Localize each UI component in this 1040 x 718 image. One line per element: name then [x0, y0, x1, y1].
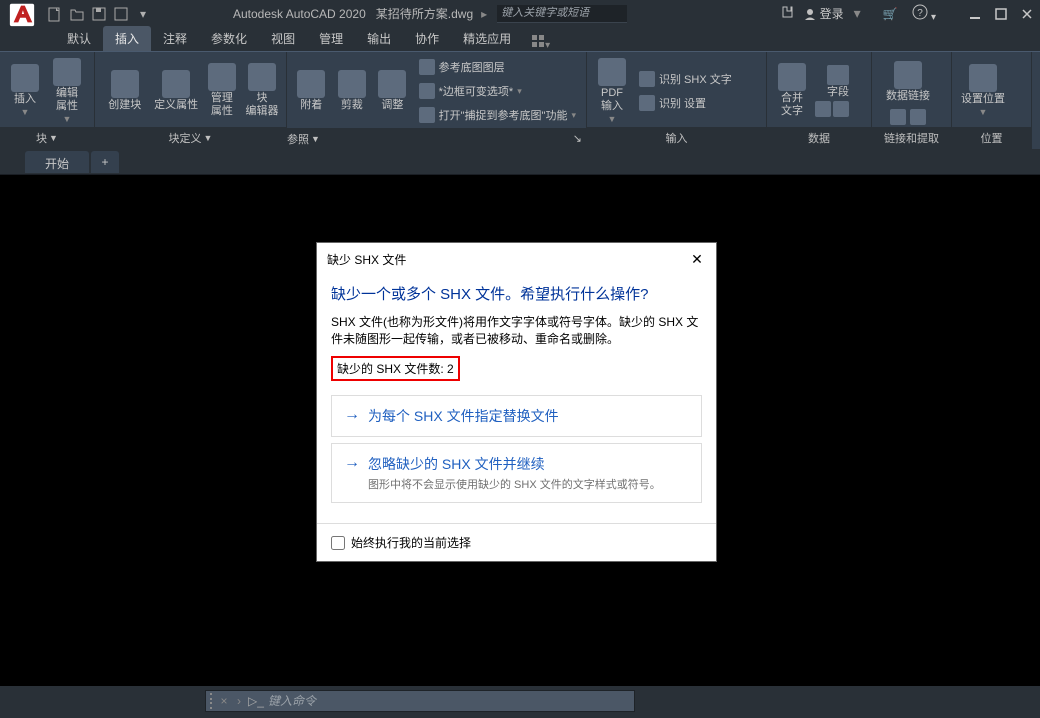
- qat-save-icon[interactable]: [89, 4, 109, 24]
- recognize-shx-button[interactable]: 识别 SHX 文字: [635, 68, 736, 90]
- shx-missing-dialog: 缺少 SHX 文件 ✕ 缺少一个或多个 SHX 文件。希望执行什么操作? SHX…: [316, 242, 717, 562]
- autodesk-icon[interactable]: [780, 5, 794, 22]
- chevron-down-icon[interactable]: ▾: [133, 4, 153, 24]
- status-bar: × › ▷_: [0, 686, 1040, 718]
- panel-reference[interactable]: 参照 ▼ ↘: [287, 128, 586, 149]
- search-input[interactable]: [497, 5, 627, 23]
- underlay-layers-button[interactable]: 参考底图图层: [415, 56, 580, 78]
- update-field-button[interactable]: [815, 101, 831, 117]
- dialog-title: 缺少 SHX 文件: [327, 251, 406, 268]
- cmdline-history-icon[interactable]: ›: [232, 694, 246, 708]
- doc-tabs: 开始 +: [0, 149, 1040, 174]
- signin-button[interactable]: 登录: [804, 5, 843, 22]
- block-editor-button[interactable]: 块 编辑器: [244, 57, 280, 125]
- doctab-start[interactable]: 开始: [25, 151, 89, 173]
- arrow-icon: →: [344, 454, 360, 492]
- snap-underlay-button[interactable]: 打开"捕捉到参考底图"功能 ▾: [415, 104, 580, 126]
- svg-text:?: ?: [917, 8, 923, 19]
- clip-button[interactable]: 剪裁: [334, 57, 371, 125]
- set-location-button[interactable]: 设置位置▼: [958, 57, 1008, 125]
- adjust-button[interactable]: 调整: [374, 57, 411, 125]
- maximize-button[interactable]: [992, 5, 1010, 23]
- edit-attributes-button[interactable]: 编辑 属性▼: [48, 57, 86, 125]
- close-button[interactable]: [1018, 5, 1036, 23]
- command-line[interactable]: × › ▷_: [205, 690, 635, 712]
- manage-attr-button[interactable]: 管理 属性: [204, 57, 240, 125]
- extract-icon[interactable]: [890, 109, 906, 125]
- ole-button[interactable]: [833, 101, 849, 117]
- tab-featured[interactable]: 精选应用: [451, 26, 523, 51]
- attach-button[interactable]: 附着: [293, 57, 330, 125]
- panel-location[interactable]: 位置: [952, 127, 1031, 149]
- login-dropdown[interactable]: ▾: [854, 5, 861, 22]
- insert-block-button[interactable]: 插入▼: [6, 57, 44, 125]
- panel-linkextract[interactable]: 链接和提取: [872, 127, 951, 149]
- tab-parametric[interactable]: 参数化: [199, 26, 259, 51]
- always-label: 始终执行我的当前选择: [351, 534, 471, 551]
- cmdline-prompt-icon: ▷_: [246, 694, 266, 708]
- drag-handle-icon[interactable]: [206, 691, 216, 711]
- tab-launcher-icon[interactable]: ▾: [531, 34, 550, 51]
- arrow-icon: →: [344, 406, 360, 426]
- app-logo[interactable]: [4, 0, 39, 27]
- ribbon-tabs: 默认 插入 注释 参数化 视图 管理 输出 协作 精选应用 ▾: [0, 27, 1040, 51]
- tab-output[interactable]: 输出: [355, 26, 403, 51]
- tab-collaborate[interactable]: 协作: [403, 26, 451, 51]
- document-name: 某招待所方案.dwg: [376, 7, 473, 21]
- dialog-close-button[interactable]: ✕: [688, 250, 706, 268]
- frames-vary-button[interactable]: *边框可变选项* ▾: [415, 80, 580, 102]
- merge-text-button[interactable]: 合并 文字: [773, 57, 811, 125]
- field-button[interactable]: 字段: [815, 65, 861, 99]
- data-link-button[interactable]: 数据链接: [878, 57, 938, 107]
- panel-data[interactable]: 数据: [767, 127, 871, 149]
- define-attr-button[interactable]: 定义属性: [152, 57, 199, 125]
- ribbon: 插入▼ 编辑 属性▼ 块 ▼ 创建块 定义属性 管理 属性 块 编辑器 块定义 …: [0, 51, 1040, 149]
- tab-insert[interactable]: 插入: [103, 26, 151, 51]
- option-ignore-continue[interactable]: → 忽略缺少的 SHX 文件并继续 图形中将不会显示使用缺少的 SHX 文件的文…: [331, 443, 702, 503]
- qat-new-icon[interactable]: [45, 4, 65, 24]
- doctab-new[interactable]: +: [91, 151, 119, 173]
- always-checkbox[interactable]: [331, 536, 345, 550]
- panel-block[interactable]: 块 ▼: [0, 127, 94, 149]
- qat-open-icon[interactable]: [67, 4, 87, 24]
- dialog-heading: 缺少一个或多个 SHX 文件。希望执行什么操作?: [331, 283, 702, 304]
- panel-import[interactable]: 输入: [587, 127, 766, 149]
- create-block-button[interactable]: 创建块: [101, 57, 148, 125]
- minimize-button[interactable]: [966, 5, 984, 23]
- qat-saveas-icon[interactable]: [111, 4, 131, 24]
- tab-default[interactable]: 默认: [55, 26, 103, 51]
- app-title: Autodesk AutoCAD 2020: [233, 7, 366, 21]
- missing-count-highlight: 缺少的 SHX 文件数: 2: [331, 356, 460, 381]
- panel-blockdef[interactable]: 块定义 ▼: [95, 127, 286, 149]
- option-specify-replacement[interactable]: → 为每个 SHX 文件指定替换文件: [331, 395, 702, 437]
- tab-annotate[interactable]: 注释: [151, 26, 199, 51]
- cmdline-close-icon[interactable]: ×: [216, 694, 232, 708]
- recognize-settings-button[interactable]: 识别 设置: [635, 92, 736, 114]
- cart-icon[interactable]: 🛒: [883, 7, 898, 21]
- tab-manage[interactable]: 管理: [307, 26, 355, 51]
- help-icon[interactable]: ? ▾: [912, 4, 936, 23]
- dialog-body-text: SHX 文件(也称为形文件)将用作文字字体或符号字体。缺少的 SHX 文件未随图…: [331, 314, 702, 348]
- command-input[interactable]: [266, 692, 634, 710]
- tab-view[interactable]: 视图: [259, 26, 307, 51]
- download-icon[interactable]: [910, 109, 926, 125]
- pdf-import-button[interactable]: PDF 输入▼: [593, 57, 631, 125]
